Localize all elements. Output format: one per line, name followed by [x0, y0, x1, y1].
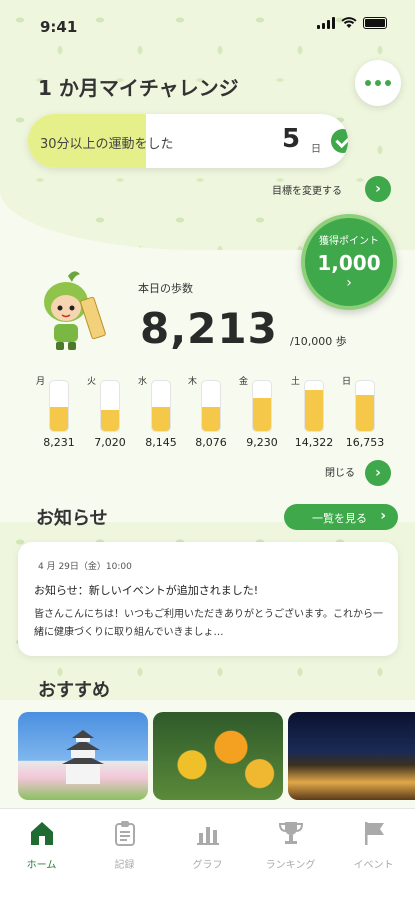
day-value: 8,076	[195, 436, 227, 449]
day-bar-fill	[152, 406, 170, 431]
news-card[interactable]: 4 月 29日（金）10:00 お知らせ：新しいイベントが追加されました! 皆さ…	[18, 542, 398, 656]
clipboard-icon	[114, 821, 135, 846]
close-button[interactable]: ›	[365, 460, 391, 486]
change-goal-link[interactable]: 目標を変更する	[272, 182, 342, 197]
steps-label: 本日の歩数	[138, 282, 193, 295]
tab-event[interactable]: イベント	[332, 819, 415, 871]
change-goal-button[interactable]: ›	[365, 176, 391, 202]
close-link[interactable]: 閉じる	[325, 464, 355, 479]
status-bar: 9:41	[0, 0, 415, 46]
news-headline: お知らせ：新しいイベントが追加されました!	[34, 584, 259, 597]
day-value: 16,753	[345, 436, 385, 449]
day-value: 9,230	[246, 436, 278, 449]
dot-icon	[385, 80, 391, 86]
day-label: 月	[36, 377, 46, 387]
chevron-right-icon: ›	[375, 465, 381, 481]
signal-icon	[317, 17, 335, 29]
flag-icon	[364, 822, 384, 845]
tab-label: グラフ	[192, 860, 223, 871]
day-column: 水 8,145	[138, 372, 188, 452]
news-title: お知らせ	[36, 508, 108, 529]
day-label: 木	[188, 377, 198, 387]
recommend-photo-castle[interactable]	[18, 712, 148, 800]
day-bar	[355, 380, 375, 432]
day-value: 8,231	[43, 436, 75, 449]
day-value: 7,020	[94, 436, 126, 449]
day-value: 14,322	[294, 436, 334, 449]
castle-image	[62, 730, 104, 784]
day-label: 水	[138, 377, 148, 387]
day-label: 金	[239, 377, 249, 387]
status-time: 9:41	[40, 18, 78, 36]
day-bar-fill	[356, 395, 374, 431]
day-value: 8,145	[145, 436, 177, 449]
more-options-button[interactable]	[355, 60, 401, 106]
day-column: 金 9,230	[239, 372, 289, 452]
tab-graph[interactable]: グラフ	[166, 819, 249, 871]
chevron-right-icon: ›	[380, 508, 386, 524]
news-list-label: 一覧を見る	[312, 512, 367, 525]
points-label: 獲得ポイント	[319, 236, 379, 247]
challenge-progress[interactable]: 30分以上の運動をした 5 日	[28, 114, 348, 168]
news-body: 皆さんこんにちは！いつもご利用いただきありがとうございます。これから一緒に健康づ…	[34, 609, 383, 638]
tab-label: ランキング	[265, 860, 316, 871]
points-value: 1,000	[317, 251, 381, 275]
steps-goal: /10,000 歩	[290, 335, 347, 348]
recommend-photo-birds[interactable]	[153, 712, 283, 800]
home-icon	[30, 822, 53, 845]
check-icon	[331, 129, 348, 153]
day-column: 木 8,076	[188, 372, 238, 452]
day-label: 火	[87, 377, 97, 387]
tab-label: ホーム	[26, 860, 57, 871]
day-bar-fill	[50, 406, 68, 431]
day-bar-fill	[202, 407, 220, 431]
tab-home[interactable]: ホーム	[0, 819, 83, 871]
recommend-title: おすすめ	[38, 680, 110, 701]
challenge-unit: 日	[311, 144, 321, 155]
tab-ranking[interactable]: ランキング	[249, 819, 332, 871]
day-column: 日 16,753	[342, 372, 392, 452]
dot-icon	[365, 80, 371, 86]
day-bar	[304, 380, 324, 432]
chevron-right-icon: ›	[346, 275, 352, 291]
dot-icon	[375, 80, 381, 86]
day-bar	[151, 380, 171, 432]
chevron-right-icon: ›	[375, 181, 381, 197]
page-title: 1 か月マイチャレンジ	[38, 76, 239, 100]
status-icons	[317, 17, 387, 29]
tab-label: イベント	[353, 860, 394, 871]
day-bar-fill	[305, 389, 323, 431]
tab-bar: ホーム 記録 グラフ ランキング イベント	[0, 808, 415, 900]
day-bar	[201, 380, 221, 432]
day-bar-fill	[101, 410, 119, 431]
tab-label: 記録	[114, 860, 135, 871]
challenge-text: 30分以上の運動をした	[40, 137, 174, 152]
wifi-icon	[341, 17, 357, 28]
day-column: 土 14,322	[291, 372, 341, 452]
steps-value: 8,213	[140, 304, 278, 353]
points-badge[interactable]: 獲得ポイント 1,000 ›	[301, 214, 397, 310]
day-bar	[49, 380, 69, 432]
day-column: 火 7,020	[87, 372, 137, 452]
tab-record[interactable]: 記録	[83, 819, 166, 871]
day-bar	[252, 380, 272, 432]
news-date: 4 月 29日（金）10:00	[38, 562, 132, 572]
battery-icon	[363, 17, 387, 29]
mascot-character-icon	[44, 271, 106, 350]
trophy-icon	[278, 822, 303, 844]
day-label: 土	[291, 377, 301, 387]
bar-chart-icon	[196, 827, 219, 845]
day-label: 日	[342, 377, 352, 387]
day-bar-fill	[253, 397, 271, 431]
challenge-count: 5	[282, 124, 301, 154]
day-bar	[100, 380, 120, 432]
news-list-button[interactable]: 一覧を見る ›	[284, 504, 398, 530]
recommend-photo-night-lanterns[interactable]	[288, 712, 415, 800]
day-column: 月 8,231	[36, 372, 86, 452]
